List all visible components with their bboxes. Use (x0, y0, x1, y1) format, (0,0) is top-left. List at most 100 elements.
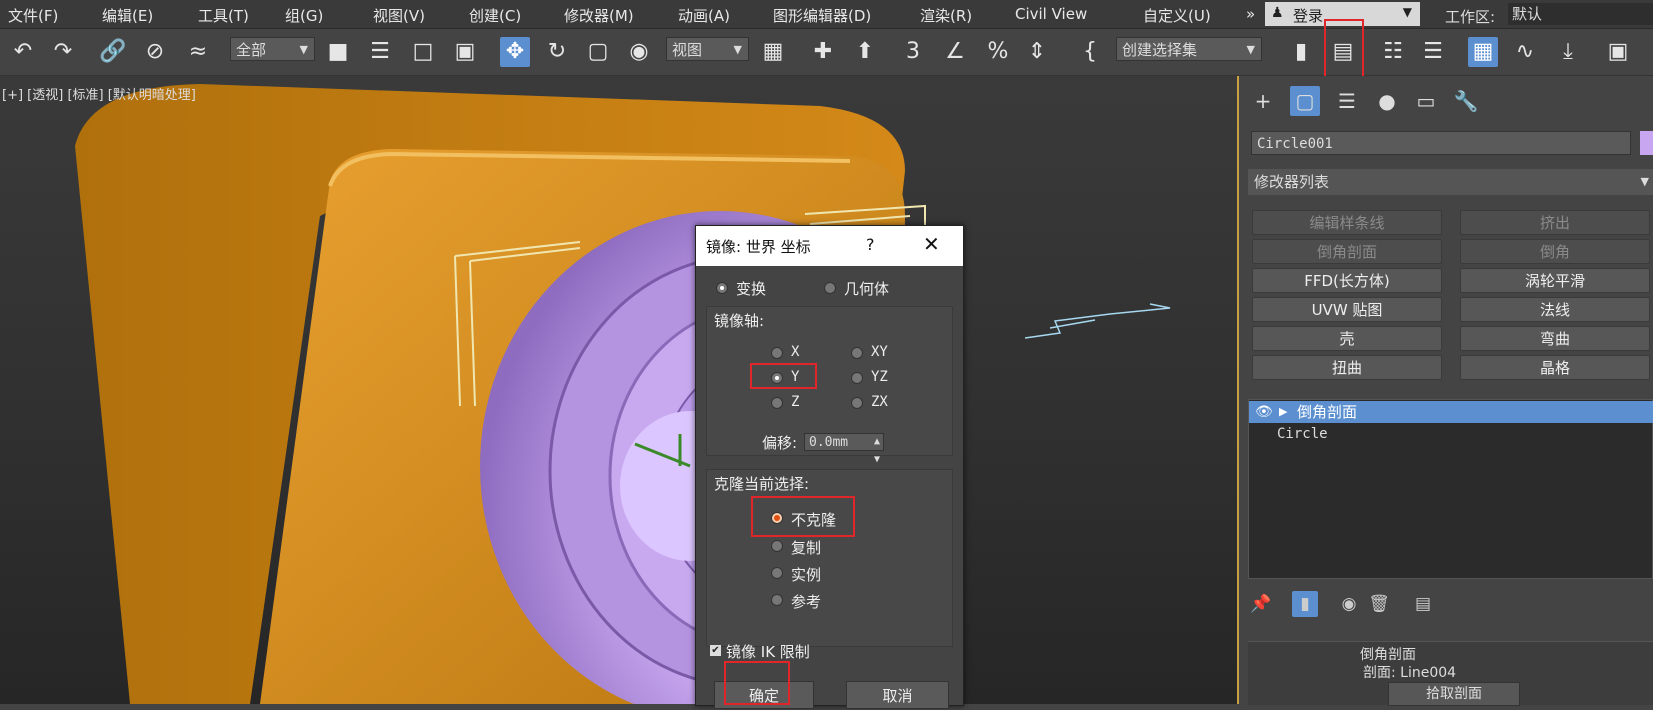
link-icon[interactable]: 🔗 (98, 37, 128, 67)
stack-item-bevel-profile[interactable]: 👁 ▶ 倒角剖面 (1249, 401, 1653, 423)
viewport-scene (75, 84, 1171, 704)
extrude-button[interactable]: 挤出 (1460, 210, 1650, 235)
menu-file[interactable]: 文件(F) (8, 5, 58, 26)
scene-explorer-icon[interactable]: ☷ (1378, 37, 1408, 67)
bind-space-warp-icon[interactable]: ≈ (183, 37, 213, 67)
radio-axis-x[interactable] (771, 347, 783, 359)
menu-group[interactable]: 组(G) (285, 5, 323, 26)
curve-editor-icon[interactable]: ∿ (1510, 37, 1540, 67)
show-end-result-icon[interactable]: ▮ (1292, 591, 1318, 617)
menu-modifiers[interactable]: 修改器(M) (564, 5, 634, 26)
radio-reference[interactable] (771, 594, 783, 606)
radio-transform[interactable] (716, 282, 728, 294)
reference-coordinate-dropdown[interactable]: 视图 ▼ (666, 37, 749, 61)
hierarchy-tab-icon[interactable]: ☰ (1332, 86, 1362, 116)
angle-snap-icon[interactable]: ∠ (940, 37, 970, 67)
object-color-swatch[interactable] (1640, 131, 1653, 155)
radio-axis-xy[interactable] (851, 347, 863, 359)
radio-instance[interactable] (771, 567, 783, 579)
close-icon[interactable]: ✕ (923, 232, 940, 256)
pivot-center-icon[interactable]: ▦ (758, 37, 788, 67)
redo-icon[interactable]: ↷ (48, 37, 78, 67)
snap-toggle-icon[interactable]: 3 (898, 37, 928, 67)
edit-named-selection-icon[interactable]: { (1075, 37, 1105, 67)
material-editor-icon[interactable]: ▣ (1603, 37, 1633, 67)
motion-tab-icon[interactable]: ● (1372, 86, 1402, 116)
perspective-viewport[interactable]: [+] [透视] [标准] [默认明暗处理] (0, 76, 1239, 704)
schematic-view-icon[interactable]: ⤓ (1553, 37, 1583, 67)
modify-tab-icon[interactable]: ▢ (1290, 86, 1320, 116)
stack-item-circle[interactable]: Circle (1277, 426, 1328, 442)
menu-civil-view[interactable]: Civil View (1015, 5, 1087, 23)
main-toolbar: ↶ ↷ 🔗 ⊘ ≈ 全部 ▼ ■ ☰ □ ▣ ✥ ↻ ▢ ◉ 视图 ▼ ▦ ✚ ⬆ … (0, 29, 1653, 76)
uvw-map-button[interactable]: UVW 贴图 (1252, 297, 1442, 322)
expand-arrow-icon[interactable]: ▶ (1279, 401, 1287, 423)
create-tab-icon[interactable]: + (1248, 86, 1278, 116)
shell-button[interactable]: 壳 (1252, 326, 1442, 351)
viewport-label[interactable]: [+] [透视] [标准] [默认明暗处理] (2, 84, 196, 103)
menu-edit[interactable]: 编辑(E) (102, 5, 153, 26)
lattice-button[interactable]: 晶格 (1460, 355, 1650, 380)
select-by-name-icon[interactable]: ☰ (365, 37, 395, 67)
bend-button[interactable]: 弯曲 (1460, 326, 1650, 351)
eye-icon[interactable]: 👁 (1255, 401, 1273, 423)
layer-explorer-icon[interactable]: ☰ (1418, 37, 1448, 67)
mirror-icon[interactable]: ▮ (1286, 37, 1316, 67)
help-button[interactable]: ? (866, 235, 875, 254)
axis-z-label: Z (791, 394, 800, 410)
modifier-list-dropdown[interactable]: 修改器列表 ▼ (1248, 169, 1653, 195)
percent-snap-icon[interactable]: % (983, 37, 1013, 67)
radio-axis-zx[interactable] (851, 397, 863, 409)
menu-graph-editors[interactable]: 图形编辑器(D) (773, 5, 871, 26)
bevel-button[interactable]: 倒角 (1460, 239, 1650, 264)
object-name-field[interactable]: Circle001 (1251, 131, 1631, 155)
spinner-arrows-icon[interactable]: ▲ ▼ (874, 433, 880, 469)
ribbon-toggle-icon[interactable]: ▦ (1468, 37, 1498, 67)
undo-icon[interactable]: ↶ (8, 37, 38, 67)
offset-spinner[interactable]: 0.0mm ▲ ▼ (804, 433, 884, 465)
spinner-snap-icon[interactable]: ⇕ (1022, 37, 1052, 67)
radio-axis-yz[interactable] (851, 372, 863, 384)
cancel-button[interactable]: 取消 (846, 681, 949, 709)
scale-icon[interactable]: ▢ (583, 37, 613, 67)
select-manipulate-icon[interactable]: ✚ (808, 37, 838, 67)
pin-stack-icon[interactable]: 📌 (1248, 591, 1274, 617)
normal-button[interactable]: 法线 (1460, 297, 1650, 322)
named-selection-dropdown[interactable]: 创建选择集 ▼ (1116, 37, 1262, 61)
remove-modifier-icon[interactable]: 🗑 (1366, 591, 1392, 617)
twist-button[interactable]: 扭曲 (1252, 355, 1442, 380)
menu-view[interactable]: 视图(V) (373, 5, 425, 26)
menu-create[interactable]: 创建(C) (469, 5, 521, 26)
utilities-tab-icon[interactable]: 🔧 (1451, 86, 1481, 116)
menu-rendering[interactable]: 渲染(R) (920, 5, 972, 26)
edit-spline-button[interactable]: 编辑样条线 (1252, 210, 1442, 235)
configure-sets-icon[interactable]: ▤ (1410, 591, 1436, 617)
bevel-profile-button[interactable]: 倒角剖面 (1252, 239, 1442, 264)
placement-icon[interactable]: ◉ (624, 37, 654, 67)
window-crossing-icon[interactable]: ▣ (450, 37, 480, 67)
move-icon[interactable]: ✥ (500, 37, 530, 67)
menu-customize[interactable]: 自定义(U) (1143, 5, 1211, 26)
selection-filter-dropdown[interactable]: 全部 ▼ (230, 37, 315, 61)
radio-geometry[interactable] (824, 282, 836, 294)
workspace-select[interactable]: 默认 (1508, 3, 1653, 25)
menu-tools[interactable]: 工具(T) (198, 5, 249, 26)
radio-copy[interactable] (771, 540, 783, 552)
select-object-icon[interactable]: ■ (323, 37, 353, 67)
unlink-icon[interactable]: ⊘ (140, 37, 170, 67)
ffd-box-button[interactable]: FFD(长方体) (1252, 268, 1442, 293)
make-unique-icon[interactable]: ◉ (1336, 591, 1362, 617)
mirror-ik-checkbox[interactable]: ✔ (710, 645, 721, 656)
menu-more[interactable]: » (1246, 5, 1255, 23)
rotate-icon[interactable]: ↻ (542, 37, 572, 67)
menu-animation[interactable]: 动画(A) (678, 5, 730, 26)
radio-axis-z[interactable] (771, 397, 783, 409)
keyboard-shortcut-icon[interactable]: ⬆ (850, 37, 880, 67)
rectangle-selection-icon[interactable]: □ (408, 37, 438, 67)
turbosmooth-button[interactable]: 涡轮平滑 (1460, 268, 1650, 293)
chevron-down-icon: ▼ (1402, 5, 1412, 19)
login-label: 登录 (1293, 7, 1324, 25)
pick-profile-button[interactable]: 拾取剖面 (1388, 682, 1520, 706)
display-tab-icon[interactable]: ▭ (1411, 86, 1441, 116)
menu-bar: 文件(F) 编辑(E) 工具(T) 组(G) 视图(V) 创建(C) 修改器(M… (0, 0, 1653, 29)
